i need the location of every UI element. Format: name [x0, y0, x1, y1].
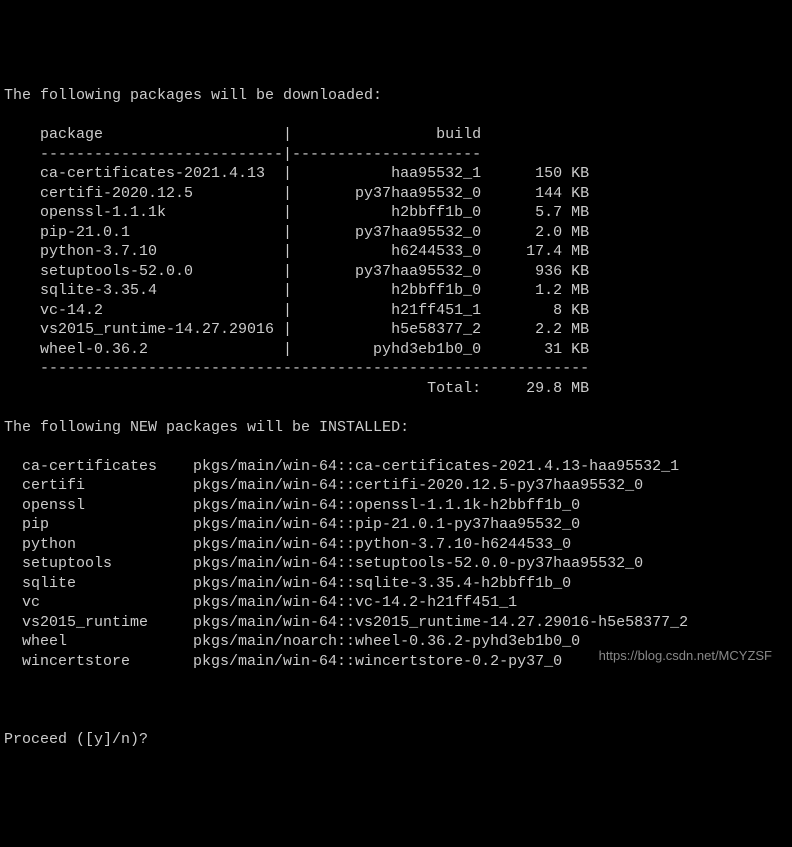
proceed-prompt[interactable]: Proceed ([y]/n)? [4, 731, 157, 748]
watermark: https://blog.csdn.net/MCYZSF [599, 648, 772, 665]
terminal-output: The following packages will be downloade… [4, 86, 788, 710]
